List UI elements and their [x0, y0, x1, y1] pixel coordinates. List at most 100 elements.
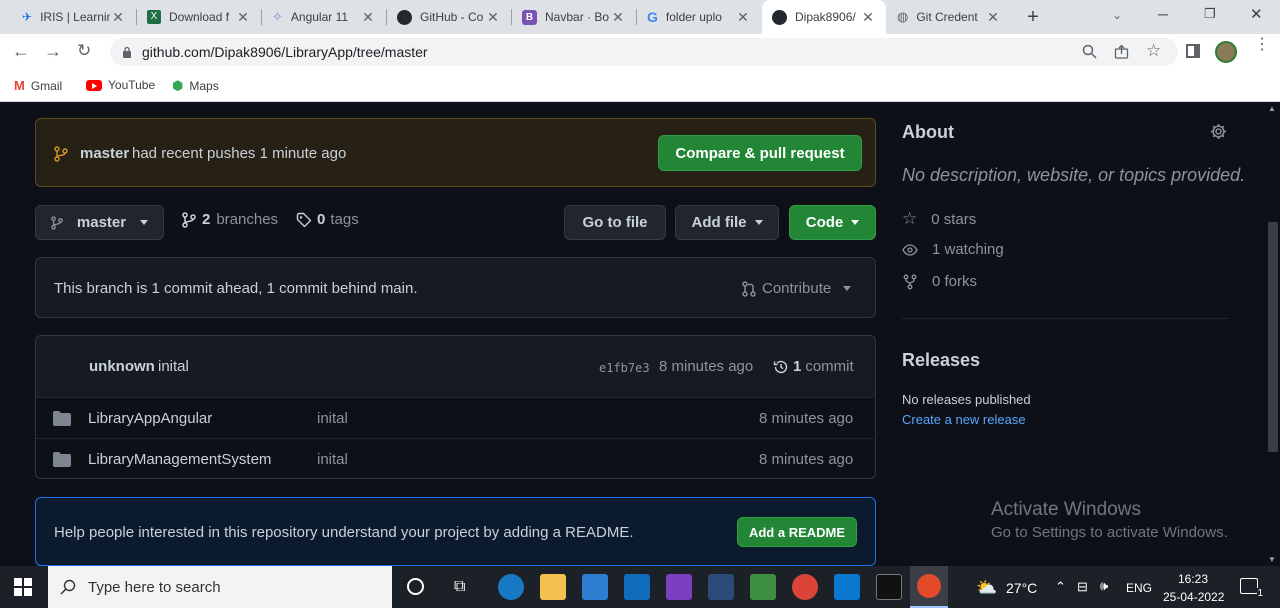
store-icon[interactable]	[582, 574, 608, 600]
tab-git-credentials[interactable]: ◍ Git Credent ✕	[887, 0, 1011, 34]
vscode-icon[interactable]	[834, 574, 860, 600]
push-branch-name[interactable]: master	[80, 145, 129, 162]
scroll-up-arrow-icon[interactable]: ▲	[1268, 104, 1276, 113]
window-close-icon[interactable]: ✕	[1250, 5, 1263, 23]
scrollbar-thumb[interactable]	[1268, 222, 1278, 452]
tab-search-chevron-icon[interactable]: ⌄	[1112, 8, 1122, 22]
language-indicator[interactable]: ENG	[1126, 581, 1152, 595]
profile-avatar[interactable]	[1215, 41, 1237, 63]
bookmark-label: Maps	[189, 79, 219, 93]
clock-date[interactable]: 25-04-2022	[1163, 590, 1224, 604]
volume-icon[interactable]: 🕪	[1100, 578, 1108, 594]
gear-icon[interactable]	[1210, 123, 1227, 140]
branch-select-button[interactable]: master	[35, 205, 164, 240]
temperature-text[interactable]: 27°C	[1006, 580, 1037, 596]
edge-browser-icon[interactable]	[498, 574, 524, 600]
close-icon[interactable]: ✕	[735, 9, 751, 25]
tab-iris[interactable]: ✈ IRIS | Learning ✕	[12, 0, 136, 34]
minimize-icon[interactable]: ─	[1158, 6, 1168, 22]
forward-arrow-icon[interactable]: →	[44, 41, 62, 62]
sql-tool-icon[interactable]	[708, 574, 734, 600]
bookmark-gmail[interactable]: M Gmail	[14, 78, 62, 93]
github-repo-page: master had recent pushes 1 minute ago Co…	[0, 103, 1266, 566]
code-label: Code	[805, 214, 844, 231]
back-arrow-icon[interactable]: ←	[12, 41, 30, 62]
no-releases-text: No releases published	[902, 392, 1031, 407]
close-icon[interactable]: ✕	[985, 9, 1001, 25]
tags-link[interactable]: 0 tags	[296, 211, 359, 228]
git-branch-icon	[51, 215, 63, 230]
close-icon[interactable]: ✕	[860, 9, 876, 25]
share-icon[interactable]	[1114, 44, 1129, 59]
go-to-file-button[interactable]: Go to file	[564, 205, 666, 240]
releases-heading[interactable]: Releases	[902, 350, 980, 371]
eye-icon	[902, 243, 918, 256]
chevron-up-icon[interactable]: ⌃	[1055, 579, 1066, 595]
scroll-down-arrow-icon[interactable]: ▼	[1268, 555, 1276, 564]
commit-author[interactable]: unknown	[89, 358, 155, 375]
stars-link[interactable]: ☆ 0 stars	[902, 209, 976, 229]
chrome-icon[interactable]	[792, 574, 818, 600]
new-tab-plus-icon[interactable]: +	[1022, 6, 1044, 28]
file-row[interactable]: LibraryManagementSystem inital 8 minutes…	[36, 438, 874, 479]
restore-icon[interactable]: ❐	[1204, 6, 1216, 22]
commit-sha[interactable]: e1fb7e3	[599, 361, 650, 375]
close-icon[interactable]: ✕	[235, 9, 251, 25]
tab-title: Git Credent	[916, 10, 978, 24]
zoom-icon[interactable]	[1082, 44, 1097, 59]
file-name[interactable]: LibraryManagementSystem	[88, 451, 271, 468]
task-view-icon[interactable]: ⧉	[454, 578, 465, 596]
about-description: No description, website, or topics provi…	[902, 165, 1246, 185]
active-app-highlight[interactable]	[910, 566, 948, 608]
forks-link[interactable]: 0 forks	[902, 273, 977, 290]
close-icon[interactable]: ✕	[360, 9, 376, 25]
tab-dipak-active[interactable]: Dipak8906/ ✕	[762, 0, 886, 34]
tab-angular[interactable]: ✧ Angular 11 ✕	[262, 0, 386, 34]
bookmark-maps[interactable]: ⬢ Maps	[172, 78, 219, 94]
code-button[interactable]: Code	[789, 205, 876, 240]
star-bookmark-icon[interactable]: ☆	[1146, 41, 1161, 61]
file-row[interactable]: LibraryAppAngular inital 8 minutes ago	[36, 397, 874, 438]
commits-history-link[interactable]: 1 commit	[773, 358, 854, 375]
branches-link[interactable]: 2 branches	[182, 211, 278, 228]
close-icon[interactable]: ✕	[110, 9, 126, 25]
weather-icon[interactable]: ⛅	[976, 578, 997, 598]
watching-link[interactable]: 1 watching	[902, 241, 1004, 258]
cortana-icon[interactable]	[407, 578, 424, 595]
chevron-down-icon	[140, 220, 149, 225]
network-icon[interactable]: ⊟	[1077, 579, 1088, 595]
add-readme-button[interactable]: Add a README	[737, 517, 857, 547]
file-explorer-icon[interactable]	[540, 574, 566, 600]
tab-navbar[interactable]: B Navbar · Bo ✕	[512, 0, 636, 34]
terminal-icon[interactable]	[876, 574, 902, 600]
windows-start-icon[interactable]	[14, 578, 32, 596]
close-icon[interactable]: ✕	[485, 9, 501, 25]
file-commit-message[interactable]: inital	[317, 451, 348, 468]
file-name[interactable]: LibraryAppAngular	[88, 410, 212, 427]
tab-download[interactable]: X Download f ✕	[137, 0, 261, 34]
compare-pull-request-button[interactable]: Compare & pull request	[658, 135, 862, 171]
chrome-menu-icon[interactable]: ⋮	[1254, 37, 1270, 53]
tab-title: Download f	[169, 10, 230, 24]
tab-google-folder[interactable]: G folder uplo ✕	[637, 0, 761, 34]
bookmark-youtube[interactable]: YouTube	[86, 78, 155, 92]
mail-icon[interactable]	[624, 574, 650, 600]
branches-count: 2	[202, 211, 211, 228]
tab-github-co[interactable]: GitHub - Co ✕	[387, 0, 511, 34]
clock-time[interactable]: 16:23	[1178, 572, 1208, 586]
side-panel-icon[interactable]	[1186, 44, 1200, 58]
about-heading: About	[902, 122, 954, 142]
reload-icon[interactable]: ↻	[77, 41, 91, 61]
notification-icon[interactable]: 1	[1240, 578, 1263, 599]
address-bar[interactable]: github.com/Dipak8906/LibraryApp/tree/mas…	[110, 38, 1178, 66]
file-commit-message[interactable]: inital	[317, 410, 348, 427]
file-tool-icon[interactable]	[750, 574, 776, 600]
add-file-button[interactable]: Add file	[675, 205, 779, 240]
visual-studio-icon[interactable]	[666, 574, 692, 600]
create-release-link[interactable]: Create a new release	[902, 412, 1026, 427]
stars-text: 0 stars	[931, 210, 977, 228]
close-icon[interactable]: ✕	[610, 9, 626, 25]
commit-message[interactable]: inital	[158, 358, 189, 375]
contribute-dropdown[interactable]: Contribute	[742, 280, 852, 297]
taskbar-search-box[interactable]: Type here to search	[48, 566, 392, 608]
